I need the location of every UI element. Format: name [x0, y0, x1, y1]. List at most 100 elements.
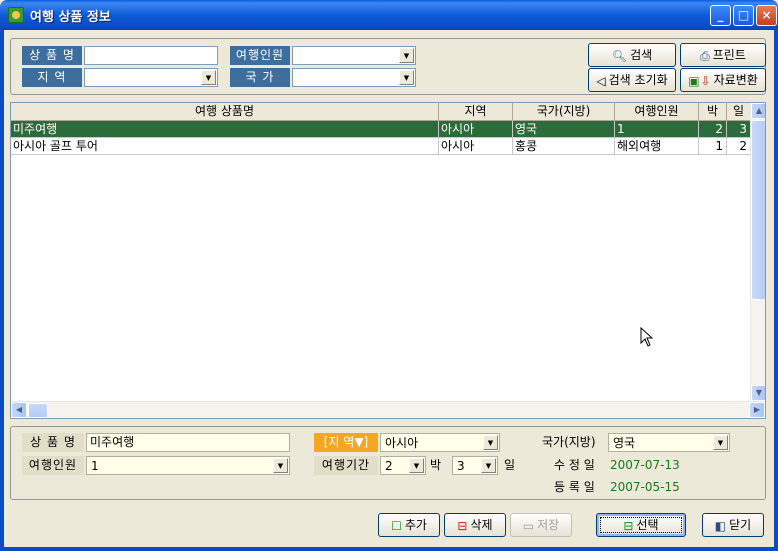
detail-modified-value: 2007-07-13: [610, 458, 680, 472]
minimize-button[interactable]: _: [710, 5, 731, 26]
detail-days-value: 3: [457, 459, 465, 473]
cell-country: 홍콩: [513, 138, 615, 155]
horizontal-scroll-thumb[interactable]: [28, 403, 48, 418]
chevron-down-icon[interactable]: ▼: [409, 458, 424, 473]
detail-days-select[interactable]: 3 ▼: [452, 456, 498, 475]
search-button[interactable]: 🔍︎ 검색: [588, 43, 676, 67]
back-arrow-icon: ◁: [596, 73, 606, 88]
table-row[interactable]: 아시아 골프 투어 아시아 홍콩 해외여행 1 2: [11, 138, 751, 155]
reset-search-button[interactable]: ◁ 검색 초기화: [588, 68, 676, 92]
app-icon: [8, 7, 24, 23]
search-country-label: 국 가: [230, 68, 290, 87]
detail-country-value: 영국: [613, 436, 636, 450]
add-button-label: 추가: [404, 518, 427, 532]
cell-days: 2: [727, 138, 751, 155]
cell-nights: 1: [699, 138, 727, 155]
window-title: 여행 상품 정보: [30, 10, 111, 25]
column-header-name[interactable]: 여행 상품명: [11, 103, 439, 121]
column-header-region[interactable]: 지역: [439, 103, 513, 121]
close-window-button[interactable]: ×: [756, 5, 777, 26]
detail-travelers-select[interactable]: 1 ▼: [86, 456, 290, 475]
search-travelers-select[interactable]: ▼: [292, 46, 416, 65]
search-region-label: 지 역: [22, 68, 82, 87]
save-button[interactable]: ▭ 저장: [510, 513, 572, 537]
detail-region-label[interactable]: [지 역▼]: [314, 433, 378, 452]
select-button-label: 선택: [636, 518, 659, 532]
maximize-button[interactable]: □: [733, 5, 754, 26]
cell-region: 아시아: [439, 138, 513, 155]
column-header-days[interactable]: 일: [727, 103, 751, 121]
chevron-down-icon[interactable]: ▼: [483, 435, 498, 450]
scroll-right-icon[interactable]: ▶: [749, 402, 765, 418]
vertical-scroll-thumb[interactable]: [751, 120, 765, 300]
detail-registered-label: 등 록 일: [554, 480, 595, 494]
save-icon: ▭: [522, 518, 535, 533]
chevron-down-icon[interactable]: ▼: [399, 48, 414, 63]
detail-nights-select[interactable]: 2 ▼: [380, 456, 426, 475]
print-button[interactable]: ⎙ 프린트: [680, 43, 766, 67]
window-frame-bottom: [0, 547, 778, 551]
window-frame-right: [774, 30, 778, 551]
mouse-pointer-icon: [640, 327, 654, 347]
chevron-down-icon[interactable]: ▼: [481, 458, 496, 473]
chevron-down-icon[interactable]: ▼: [713, 435, 728, 450]
cell-nights: 2: [699, 121, 727, 138]
delete-icon: ⊟: [457, 518, 468, 533]
column-header-country[interactable]: 국가(지방): [513, 103, 615, 121]
convert-data-button-label: 자료변환: [713, 73, 758, 87]
product-grid[interactable]: 여행 상품명 지역 국가(지방) 여행인원 박 일 미주여행 아시아 영국 1 …: [10, 102, 766, 419]
delete-button-label: 삭제: [470, 518, 493, 532]
cell-travelers: 해외여행: [615, 138, 699, 155]
excel-icon: ▣: [688, 73, 700, 88]
column-header-travelers[interactable]: 여행인원: [615, 103, 699, 121]
add-button[interactable]: ☐ 추가: [378, 513, 440, 537]
vertical-scrollbar[interactable]: ▲ ▼: [750, 103, 765, 401]
print-button-label: 프린트: [712, 48, 746, 62]
detail-travelers-value: 1: [91, 459, 99, 473]
close-button-label: 닫기: [729, 518, 752, 532]
cell-name: 아시아 골프 투어: [11, 138, 439, 155]
scroll-up-icon[interactable]: ▲: [751, 103, 765, 119]
cell-country: 영국: [513, 121, 615, 138]
delete-button[interactable]: ⊟ 삭제: [444, 513, 506, 537]
column-header-nights[interactable]: 박: [699, 103, 727, 121]
select-button[interactable]: ⊟ 선택: [596, 513, 686, 537]
chevron-down-icon[interactable]: ▼: [399, 70, 414, 85]
reset-search-button-label: 검색 초기화: [608, 73, 668, 87]
cell-travelers: 1: [615, 121, 699, 138]
detail-product-label: 상 품 명: [22, 433, 84, 452]
detail-region-value: 아시아: [385, 436, 419, 450]
detail-registered-value: 2007-05-15: [610, 480, 680, 494]
detail-period-label: 여행기간: [314, 456, 378, 475]
close-button[interactable]: ◧ 닫기: [702, 513, 764, 537]
detail-nights-unit: 박: [430, 458, 442, 472]
convert-data-button[interactable]: ▣⇩ 자료변환: [680, 68, 766, 92]
chevron-down-icon[interactable]: ▼: [273, 458, 288, 473]
search-button-label: 검색: [630, 48, 653, 62]
detail-modified-label: 수 정 일: [554, 458, 595, 472]
detail-region-select[interactable]: 아시아 ▼: [380, 433, 500, 452]
select-icon: ⊟: [623, 518, 634, 533]
search-travelers-label: 여행인원: [230, 46, 290, 65]
detail-nights-value: 2: [385, 459, 393, 473]
search-product-input[interactable]: [84, 46, 218, 65]
cell-days: 3: [727, 121, 751, 138]
search-country-select[interactable]: ▼: [292, 68, 416, 87]
table-row[interactable]: 미주여행 아시아 영국 1 2 3: [11, 121, 751, 138]
search-product-label: 상 품 명: [22, 46, 82, 65]
title-bar: 여행 상품 정보 _ □ ×: [0, 0, 778, 30]
horizontal-scrollbar[interactable]: ◀ ▶: [11, 401, 765, 418]
detail-country-select[interactable]: 영국 ▼: [608, 433, 730, 452]
search-region-select[interactable]: ▼: [84, 68, 218, 87]
detail-travelers-label: 여행인원: [22, 456, 84, 475]
scroll-down-icon[interactable]: ▼: [751, 385, 765, 401]
door-icon: ◧: [714, 518, 727, 533]
export-icon: ⇩: [700, 73, 711, 88]
detail-product-input[interactable]: 미주여행: [86, 433, 290, 452]
cell-region: 아시아: [439, 121, 513, 138]
cell-name: 미주여행: [11, 121, 439, 138]
chevron-down-icon[interactable]: ▼: [201, 70, 216, 85]
scroll-left-icon[interactable]: ◀: [11, 402, 27, 418]
add-icon: ☐: [391, 518, 402, 533]
search-icon: 🔍︎: [611, 48, 628, 63]
